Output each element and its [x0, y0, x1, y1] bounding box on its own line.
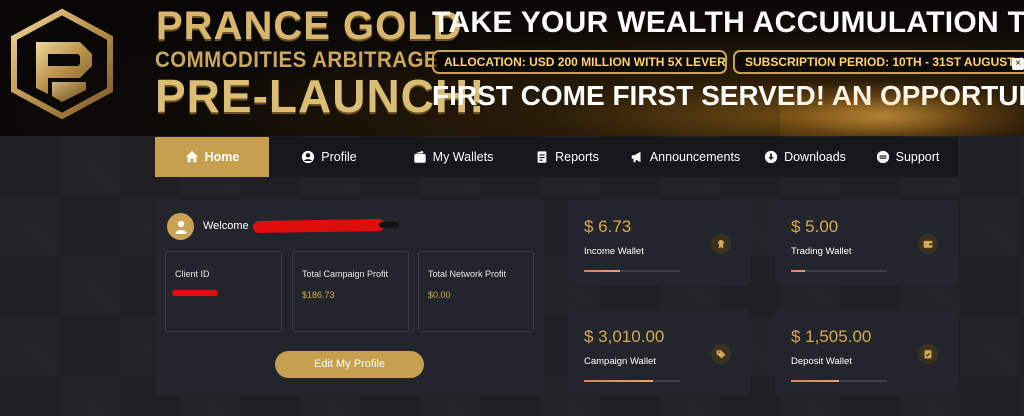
network-profit-card: Total Network Profit $0.00	[418, 251, 534, 332]
wallet-icon	[918, 234, 938, 254]
nav-profile-label: Profile	[321, 150, 357, 164]
nav-support[interactable]: Support	[857, 137, 958, 177]
prance-gold-logo-icon	[11, 8, 113, 120]
tag-icon	[711, 344, 731, 364]
main-nav: Home Profile My Wallets Reports Announce…	[155, 137, 958, 177]
user-circle-icon	[302, 150, 315, 164]
wallet-progress-fill	[791, 270, 806, 272]
deposit-wallet-card[interactable]: $ 1,505.00 Deposit Wallet	[775, 310, 958, 395]
nav-reports-label: Reports	[555, 150, 599, 164]
award-icon	[711, 234, 731, 254]
client-id-card: Client ID	[165, 251, 282, 332]
wallet-progress-fill	[584, 270, 620, 272]
campaign-profit-card: Total Campaign Profit $186.73	[292, 251, 409, 332]
nav-support-label: Support	[895, 150, 940, 164]
wallet-icon	[413, 150, 426, 163]
promo-banner[interactable]: PRANCE GOLD COMMODITIES ARBITRAGE PRE-LA…	[0, 0, 1024, 136]
report-icon	[537, 151, 547, 163]
campaign-wallet-card[interactable]: $ 3,010.00 Campaign Wallet	[568, 310, 751, 395]
redacted-username	[252, 218, 386, 234]
nav-downloads[interactable]: Downloads	[753, 137, 857, 177]
wallet-progress-fill	[791, 380, 839, 382]
home-icon	[185, 150, 198, 163]
allocation-pill: ALLOCATION: USD 200 MILLION WITH 5X LEVE…	[432, 50, 727, 74]
wallet-name: Trading Wallet	[791, 246, 852, 257]
download-icon	[764, 150, 778, 164]
avatar	[167, 213, 194, 240]
subscription-pill: SUBSCRIPTION PERIOD: 10TH - 31ST AUGUST …	[733, 50, 1024, 74]
banner-subheadline: FIRST COME FIRST SERVED! AN OPPORTUNITY …	[432, 80, 1024, 111]
wallet-progress-bar	[584, 380, 680, 382]
wallet-progress-bar	[791, 380, 887, 382]
wallet-name: Deposit Wallet	[791, 356, 852, 367]
wallet-amount: $ 6.73	[584, 217, 632, 236]
megaphone-icon	[631, 151, 641, 163]
network-profit-label: Total Network Profit	[428, 269, 507, 279]
client-id-label: Client ID	[175, 269, 210, 279]
banner-close-icon[interactable]: ×	[1012, 58, 1024, 70]
nav-announcements[interactable]: Announcements	[617, 137, 753, 177]
user-icon	[175, 220, 186, 234]
campaign-profit-label: Total Campaign Profit	[302, 269, 389, 279]
nav-announcements-label: Announcements	[649, 150, 741, 164]
brand-title: PRANCE GOLD	[156, 4, 463, 48]
nav-downloads-label: Downloads	[784, 150, 846, 164]
wallet-progress-bar	[791, 270, 887, 272]
nav-my-wallets[interactable]: My Wallets	[389, 137, 517, 177]
clipboard-check-icon	[918, 344, 938, 364]
support-icon	[876, 150, 889, 164]
nav-home-label: Home	[204, 150, 240, 164]
trading-wallet-card[interactable]: $ 5.00 Trading Wallet	[775, 200, 958, 286]
campaign-profit-value: $186.73	[302, 290, 335, 300]
redacted-client-id	[172, 290, 218, 296]
welcome-text: Welcome	[203, 220, 249, 232]
banner-headline: TAKE YOUR WEALTH ACCUMULATION TO THE NEX…	[432, 6, 1024, 39]
income-wallet-card[interactable]: $ 6.73 Income Wallet	[568, 200, 751, 286]
edit-profile-button[interactable]: Edit My Profile	[275, 351, 424, 378]
wallet-progress-fill	[584, 380, 654, 382]
nav-profile[interactable]: Profile	[269, 137, 389, 177]
network-profit-value: $0.00	[428, 290, 451, 300]
nav-my-wallets-label: My Wallets	[432, 150, 494, 164]
wallet-name: Income Wallet	[584, 246, 644, 257]
wallet-name: Campaign Wallet	[584, 356, 656, 367]
brand-subtitle: COMMODITIES ARBITRAGE	[155, 47, 438, 72]
nav-home[interactable]: Home	[155, 137, 269, 177]
wallet-progress-bar	[584, 270, 680, 272]
wallet-amount: $ 3,010.00	[584, 327, 665, 346]
nav-reports[interactable]: Reports	[517, 137, 617, 177]
wallet-amount: $ 5.00	[791, 217, 839, 236]
profile-panel: Welcome Client ID Total Campaign Profit …	[155, 200, 544, 395]
wallet-amount: $ 1,505.00	[791, 327, 872, 346]
